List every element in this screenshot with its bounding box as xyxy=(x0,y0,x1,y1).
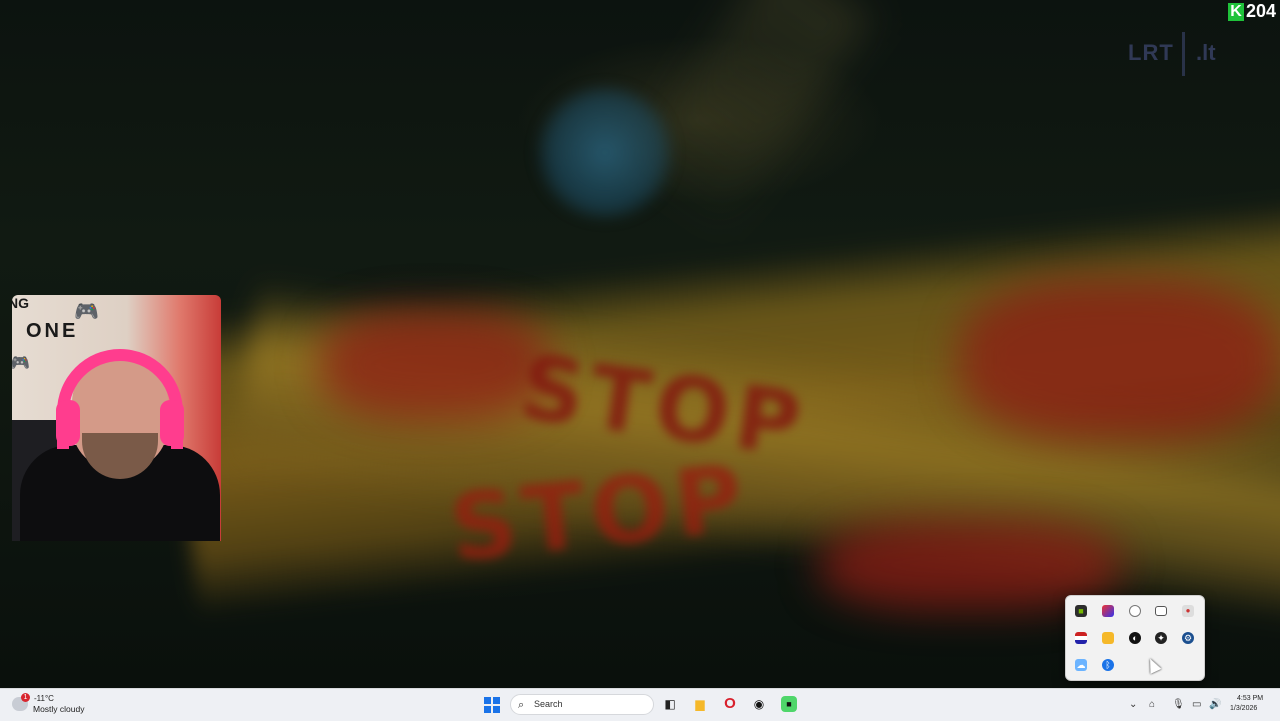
watermark-divider xyxy=(1182,32,1185,76)
opera-browser-icon[interactable]: O xyxy=(722,696,738,712)
weather-alert-badge: 1 xyxy=(21,693,30,702)
gamepad-icon[interactable] xyxy=(1155,606,1167,616)
webcam-overlay: NG ONE 🎮 🎮 xyxy=(12,295,221,541)
flag-icon[interactable] xyxy=(1075,632,1087,644)
wall-decal-text: NG xyxy=(12,295,29,311)
microphone-icon[interactable]: 🎙 xyxy=(1172,699,1185,711)
discord-icon[interactable]: ● xyxy=(1182,605,1194,617)
desktop-wallpaper: STOP STOP K 204 LRT .lt NG ONE 🎮 🎮 ■ ● ◐… xyxy=(0,0,1280,688)
task-view-icon[interactable]: ◧ xyxy=(662,696,678,712)
cloud-icon[interactable]: ☁ xyxy=(1075,659,1087,671)
weather-temperature: -11°C xyxy=(34,694,54,703)
tape-red-zone xyxy=(320,310,550,420)
clock-time[interactable]: 4:53 PM xyxy=(1237,695,1263,702)
radar-icon[interactable] xyxy=(1129,605,1141,617)
system-tray-overflow: ■ ● ◐ ✦ ⚙ ☁ ᛒ xyxy=(1065,595,1205,681)
network-icon[interactable]: ⌂ xyxy=(1149,699,1155,711)
gamepad-decal-icon: 🎮 xyxy=(74,301,99,323)
taskbar: 1 -11°C Mostly cloudy ⌕ Search ◧ ▆ O ◉ ■… xyxy=(0,688,1280,721)
channel-number: 204 xyxy=(1245,1,1276,21)
wall-decal-text: ONE xyxy=(26,320,79,342)
windows-logo-icon xyxy=(484,697,491,704)
bluetooth-icon[interactable]: ᛒ xyxy=(1102,659,1114,671)
obs-studio-icon[interactable]: ◉ xyxy=(751,696,767,712)
blue-bokeh-light xyxy=(535,85,675,220)
channel-logo-icon: K xyxy=(1228,3,1244,21)
target-icon[interactable]: ✦ xyxy=(1155,632,1167,644)
taskbar-search-box[interactable]: ⌕ Search xyxy=(510,694,654,715)
weather-description: Mostly cloudy xyxy=(33,704,85,714)
circle-app-icon[interactable]: ◐ xyxy=(1129,632,1141,644)
folder-icon[interactable] xyxy=(1102,632,1114,644)
kick-app-icon[interactable]: ■ xyxy=(781,696,797,712)
clock-date[interactable]: 1/3/2026 xyxy=(1230,705,1257,712)
tape-red-zone xyxy=(960,280,1280,440)
headphone-cup-right xyxy=(160,400,184,446)
chevron-up-icon[interactable]: ⌄ xyxy=(1129,699,1137,711)
volume-icon[interactable]: 🔊 xyxy=(1209,699,1221,711)
lrt-watermark: LRT xyxy=(1128,40,1174,65)
search-icon: ⌕ xyxy=(518,699,525,711)
search-placeholder: Search xyxy=(534,699,563,709)
steam-icon[interactable]: ⚙ xyxy=(1182,632,1194,644)
display-icon[interactable]: ▭ xyxy=(1192,699,1201,711)
file-explorer-icon[interactable]: ▆ xyxy=(692,696,708,712)
windows-start-button[interactable] xyxy=(484,697,500,713)
color-app-icon[interactable] xyxy=(1102,605,1114,617)
nvidia-icon[interactable]: ■ xyxy=(1075,605,1087,617)
headphone-cup-left xyxy=(56,400,80,446)
gamepad-decal-icon: 🎮 xyxy=(12,355,30,372)
lrt-domain-watermark: .lt xyxy=(1196,40,1216,65)
